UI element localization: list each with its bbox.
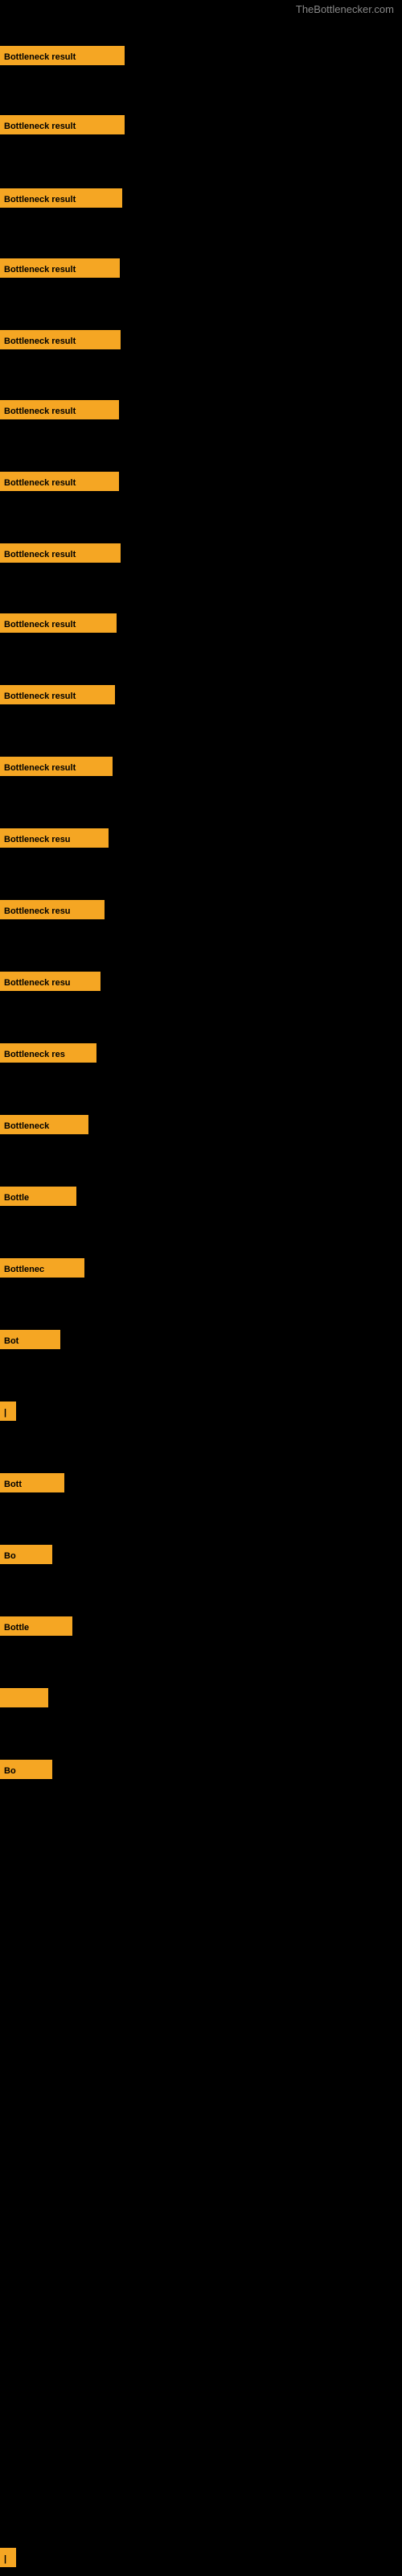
- bottleneck-result-badge: Bottleneck resu: [0, 900, 105, 919]
- bottleneck-result-badge: Bottleneck result: [0, 472, 119, 491]
- bottleneck-result-badge: |: [0, 1402, 16, 1421]
- bottleneck-result-badge: Bottleneck resu: [0, 972, 100, 991]
- bottleneck-result-badge: Bottlenec: [0, 1258, 84, 1278]
- bottleneck-result-badge: Bottle: [0, 1187, 76, 1206]
- bottleneck-result-badge: Bottleneck: [0, 1115, 88, 1134]
- bottleneck-result-badge: Bo: [0, 1545, 52, 1564]
- bottleneck-result-badge: Bottleneck resu: [0, 828, 109, 848]
- bottleneck-result-badge: Bottleneck result: [0, 685, 115, 704]
- bottleneck-result-badge: Bottleneck result: [0, 543, 121, 563]
- bottleneck-result-badge: Bottleneck result: [0, 330, 121, 349]
- bottleneck-result-badge: Bottle: [0, 1616, 72, 1636]
- bottleneck-result-badge: Bott: [0, 1473, 64, 1492]
- bottleneck-result-badge: Bottleneck result: [0, 400, 119, 419]
- bottleneck-result-badge: Bo: [0, 1760, 52, 1779]
- bottleneck-result-badge: Bottleneck res: [0, 1043, 96, 1063]
- bottleneck-result-badge: |: [0, 2548, 16, 2567]
- bottleneck-result-badge: Bottleneck result: [0, 613, 117, 633]
- bottleneck-result-badge: Bot: [0, 1330, 60, 1349]
- bottleneck-result-badge: Bottleneck result: [0, 258, 120, 278]
- bottleneck-result-badge: Bottleneck result: [0, 188, 122, 208]
- bottleneck-result-badge: Bottleneck result: [0, 115, 125, 134]
- bottleneck-result-badge: Bottleneck result: [0, 46, 125, 65]
- bottleneck-result-badge: Bottleneck result: [0, 757, 113, 776]
- bottleneck-result-badge: [0, 1688, 48, 1707]
- site-title: TheBottlenecker.com: [296, 3, 394, 15]
